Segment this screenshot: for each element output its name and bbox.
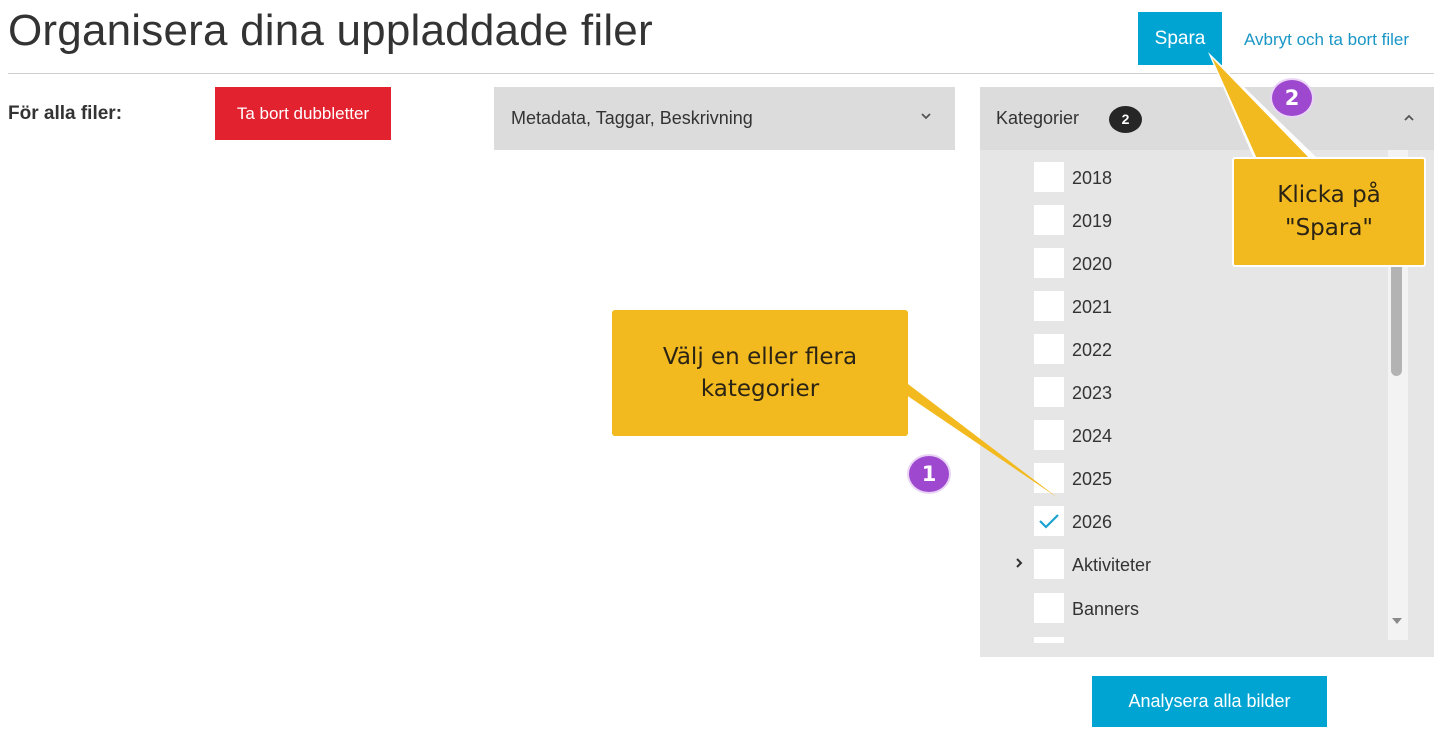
category-label: 2023: [1072, 383, 1113, 403]
category-item: 2023: [980, 374, 1400, 417]
tutorial-callout-click-save: Klicka på "Spara": [1232, 157, 1426, 267]
category-checkbox[interactable]: [1034, 593, 1064, 623]
category-label: 2026: [1072, 512, 1113, 532]
category-label: 2022: [1072, 340, 1113, 360]
category-checkbox-checked[interactable]: [1034, 506, 1064, 536]
category-item-partial: [980, 634, 1400, 643]
category-item: 2025: [980, 460, 1400, 503]
category-label: 2018: [1072, 168, 1113, 188]
category-item: Aktiviteter: [980, 546, 1400, 589]
scroll-down-arrow-icon[interactable]: [1392, 618, 1402, 624]
chevron-up-icon: [1404, 114, 1414, 121]
callout-text-line: Välj en eller flera: [662, 344, 858, 370]
category-item: Banners: [980, 590, 1400, 633]
category-label: 2024: [1072, 426, 1113, 446]
page-title: Organisera dina uppladdade filer: [8, 6, 653, 55]
category-checkbox[interactable]: [1034, 205, 1064, 235]
category-checkbox[interactable]: [1034, 248, 1064, 278]
cancel-and-delete-link[interactable]: Avbryt och ta bort filer: [1244, 30, 1409, 50]
metadata-accordion-label: Metadata, Taggar, Beskrivning: [511, 108, 753, 128]
callout-text-line: kategorier: [700, 376, 820, 402]
analyze-all-images-button[interactable]: Analysera alla bilder: [1092, 676, 1327, 727]
category-item: 2022: [980, 331, 1400, 374]
step-number-badge: 1: [909, 456, 949, 492]
category-item: 2021: [980, 288, 1400, 331]
category-label: 2025: [1072, 469, 1113, 489]
category-checkbox[interactable]: [1034, 162, 1064, 192]
step-number-badge: 2: [1272, 80, 1312, 116]
checkmark-icon: [1039, 514, 1059, 529]
tutorial-callout-choose-categories: Välj en eller flera kategorier: [612, 310, 908, 436]
category-checkbox[interactable]: [1034, 637, 1064, 643]
chevron-right-icon[interactable]: [1012, 556, 1026, 570]
category-checkbox[interactable]: [1034, 291, 1064, 321]
title-divider: [8, 73, 1434, 74]
selected-count-badge: 2: [1109, 106, 1142, 133]
callout-text-line: Klicka på: [1277, 182, 1381, 208]
category-item: 2024: [980, 417, 1400, 460]
category-label: 2020: [1072, 254, 1113, 274]
category-item-selected: 2026: [980, 503, 1400, 546]
all-files-label: För alla filer:: [8, 103, 123, 124]
category-checkbox[interactable]: [1034, 549, 1064, 579]
category-label: 2019: [1072, 211, 1113, 231]
categories-label: Kategorier: [996, 108, 1080, 128]
category-label: 2021: [1072, 297, 1113, 317]
category-checkbox[interactable]: [1034, 377, 1064, 407]
callout-text-line: "Spara": [1284, 215, 1373, 241]
chevron-down-icon: [921, 113, 931, 120]
category-checkbox[interactable]: [1034, 463, 1064, 493]
remove-duplicates-button[interactable]: Ta bort dubbletter: [215, 87, 391, 140]
category-label: Aktiviteter: [1072, 555, 1152, 575]
category-checkbox[interactable]: [1034, 420, 1064, 450]
save-button[interactable]: Spara: [1138, 12, 1222, 65]
metadata-accordion[interactable]: Metadata, Taggar, Beskrivning: [494, 87, 955, 150]
category-label: Banners: [1072, 599, 1140, 619]
categories-accordion-header[interactable]: Kategorier 2: [980, 87, 1434, 150]
category-checkbox[interactable]: [1034, 334, 1064, 364]
